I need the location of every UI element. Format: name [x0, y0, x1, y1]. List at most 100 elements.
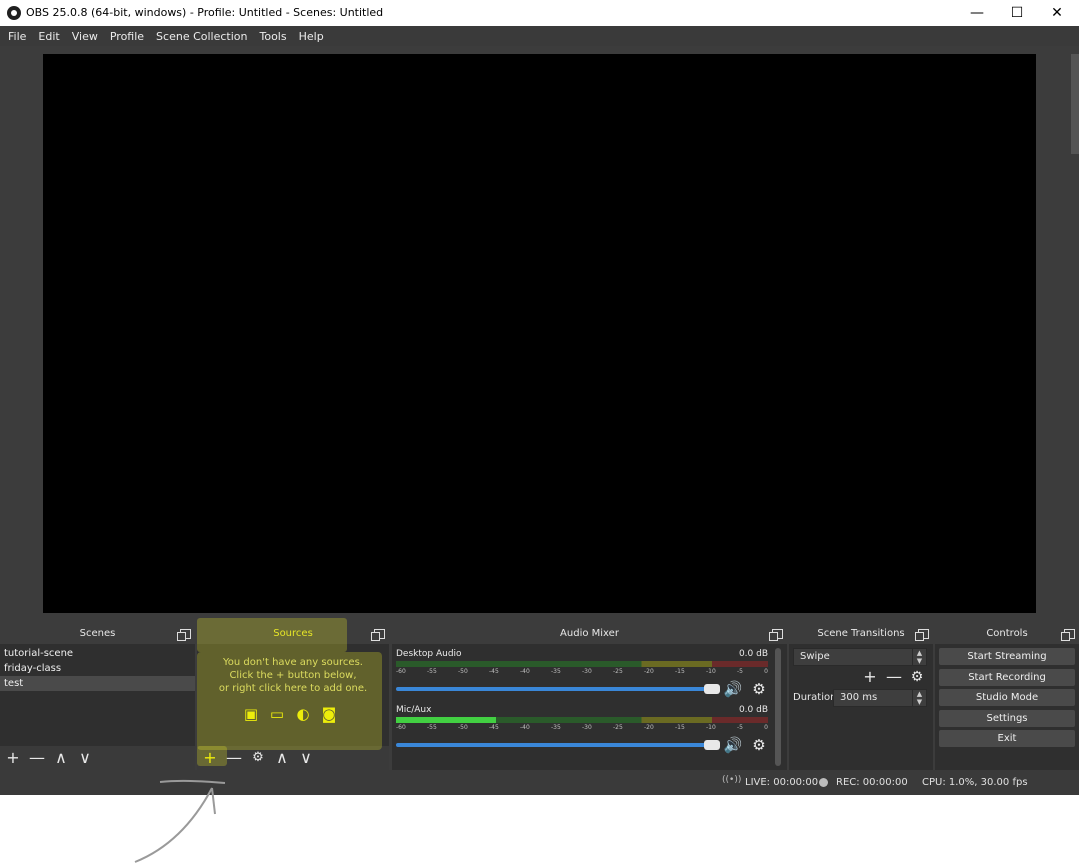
scene-item-friday-class[interactable]: friday-class — [0, 661, 195, 676]
transition-select[interactable]: Swipe ▲ ▼ — [793, 648, 927, 666]
tick-label: -10 — [706, 668, 716, 675]
spin-arrows-icon[interactable]: ▲ ▼ — [912, 690, 926, 706]
mixer-scrollbar[interactable] — [775, 648, 781, 766]
move-source-up-button[interactable]: ∧ — [273, 749, 291, 767]
scenes-toolbar: + — ∧ ∨ — [0, 746, 195, 770]
add-transition-button[interactable]: + — [861, 668, 879, 686]
status-bar: ((•)) LIVE: 00:00:00 REC: 00:00:00 CPU: … — [0, 770, 1079, 795]
audio-mixer-dock-header: Audio Mixer — [392, 624, 787, 644]
exit-button[interactable]: Exit — [939, 730, 1075, 747]
volume-slider[interactable] — [396, 684, 720, 694]
menu-help[interactable]: Help — [293, 30, 330, 43]
volume-slider[interactable] — [396, 740, 720, 750]
live-status: LIVE: 00:00:00 — [745, 777, 819, 788]
highlight-header — [197, 618, 347, 652]
remove-scene-button[interactable]: — — [28, 749, 46, 767]
channel-name: Desktop Audio — [396, 649, 462, 659]
duration-spinbox[interactable]: 300 ms ▲ ▼ — [833, 689, 927, 707]
audio-mixer-dock: Audio Mixer Desktop Audio 0.0 dB -60 -55 -… — [392, 624, 787, 770]
add-scene-button[interactable]: + — [4, 749, 22, 767]
studio-mode-button[interactable]: Studio Mode — [939, 689, 1075, 706]
channel-gear-icon[interactable]: ⚙ — [749, 679, 769, 699]
tick-label: -55 — [427, 724, 437, 731]
tick-label: -35 — [551, 724, 561, 731]
undock-icon[interactable] — [915, 629, 929, 641]
audio-mixer-dock-title: Audio Mixer — [560, 628, 619, 639]
volume-slider-handle[interactable] — [704, 740, 720, 750]
menu-profile[interactable]: Profile — [104, 30, 150, 43]
tick-label: -55 — [427, 668, 437, 675]
preview-canvas[interactable] — [43, 54, 1036, 613]
scene-transitions-dock-header: Scene Transitions — [789, 624, 933, 644]
close-button[interactable]: ✕ — [1037, 0, 1077, 26]
tick-label: -5 — [737, 668, 743, 675]
transition-select-value: Swipe — [800, 651, 830, 662]
meter-ticks: -60 -55 -50 -45 -40 -35 -30 -25 -20 -15 -10 -5 0 — [396, 668, 768, 677]
scene-item-test[interactable]: test — [0, 676, 195, 691]
controls-dock-title: Controls — [986, 628, 1028, 639]
tick-label: -50 — [458, 724, 468, 731]
broadcast-icon: ((•)) — [722, 775, 742, 785]
start-recording-button[interactable]: Start Recording — [939, 669, 1075, 686]
menu-view[interactable]: View — [66, 30, 104, 43]
tick-label: -45 — [489, 724, 499, 731]
tick-label: -15 — [675, 668, 685, 675]
tick-label: -35 — [551, 668, 561, 675]
channel-db: 0.0 dB — [738, 705, 768, 715]
tick-label: -15 — [675, 724, 685, 731]
tick-label: -60 — [396, 668, 406, 675]
channel-gear-icon[interactable]: ⚙ — [749, 735, 769, 755]
tick-label: -25 — [613, 668, 623, 675]
undock-icon[interactable] — [177, 629, 191, 641]
highlight-body — [197, 652, 382, 750]
menu-file[interactable]: File — [2, 30, 32, 43]
scene-transitions-dock: Scene Transitions Swipe ▲ ▼ + — ⚙ Duratio… — [789, 624, 933, 770]
scenes-dock-title: Scenes — [79, 628, 116, 639]
remove-transition-button[interactable]: — — [885, 668, 903, 686]
transition-properties-gear-icon[interactable]: ⚙ — [908, 668, 926, 686]
menu-edit[interactable]: Edit — [32, 30, 65, 43]
menu-scene-collection[interactable]: Scene Collection — [150, 30, 253, 43]
speaker-icon[interactable]: 🔊 — [723, 679, 743, 699]
tick-label: -5 — [737, 724, 743, 731]
duration-label: Duration — [793, 692, 837, 703]
tick-label: -50 — [458, 668, 468, 675]
undock-icon[interactable] — [769, 629, 783, 641]
tick-label: -30 — [582, 668, 592, 675]
obs-window: OBS 25.0.8 (64-bit, windows) - Profile: … — [0, 0, 1079, 795]
maximize-button[interactable]: ☐ — [997, 0, 1037, 26]
volume-slider-handle[interactable] — [704, 684, 720, 694]
undock-icon[interactable] — [1061, 629, 1075, 641]
speaker-icon[interactable]: 🔊 — [723, 735, 743, 755]
source-properties-gear-icon[interactable]: ⚙ — [249, 749, 267, 767]
volume-meter — [396, 661, 768, 667]
scenes-list: tutorial-scene friday-class test — [0, 646, 195, 691]
tick-label: -45 — [489, 668, 499, 675]
start-streaming-button[interactable]: Start Streaming — [939, 648, 1075, 665]
scene-item-tutorial-scene[interactable]: tutorial-scene — [0, 646, 195, 661]
undock-icon[interactable] — [371, 629, 385, 641]
duration-value: 300 ms — [840, 692, 878, 703]
tick-label: -30 — [582, 724, 592, 731]
scene-transitions-dock-title: Scene Transitions — [817, 628, 905, 639]
obs-logo-icon — [7, 6, 21, 20]
tick-label: 0 — [764, 668, 768, 675]
preview-scrollbar[interactable] — [1071, 54, 1079, 154]
title-bar: OBS 25.0.8 (64-bit, windows) - Profile: … — [0, 0, 1079, 26]
move-scene-down-button[interactable]: ∨ — [76, 749, 94, 767]
meter-level — [396, 717, 497, 723]
minimize-button[interactable]: — — [957, 0, 997, 26]
remove-source-button[interactable]: — — [225, 749, 243, 767]
rec-status: REC: 00:00:00 — [836, 777, 908, 788]
move-scene-up-button[interactable]: ∧ — [52, 749, 70, 767]
menu-bar: File Edit View Profile Scene Collection … — [0, 26, 1079, 46]
menu-tools[interactable]: Tools — [254, 30, 293, 43]
scenes-dock-header: Scenes — [0, 624, 195, 644]
move-source-down-button[interactable]: ∨ — [297, 749, 315, 767]
tick-label: -20 — [644, 668, 654, 675]
settings-button[interactable]: Settings — [939, 710, 1075, 727]
sources-dock: Sources You don't have any sources. Clic… — [197, 618, 389, 770]
tick-label: -10 — [706, 724, 716, 731]
record-dot-icon — [819, 778, 828, 787]
cpu-status: CPU: 1.0%, 30.00 fps — [922, 777, 1028, 788]
